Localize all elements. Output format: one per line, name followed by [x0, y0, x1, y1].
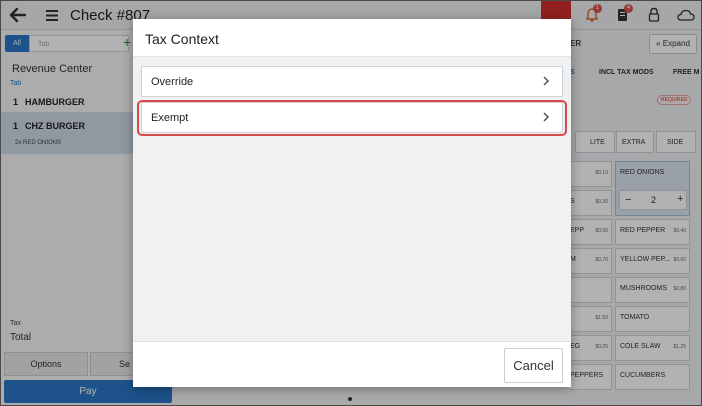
page-indicator-dot: [348, 397, 352, 401]
chevron-right-icon: [543, 76, 550, 86]
app-frame: Check #807 1 4 All Tab + Revenue Center …: [0, 0, 702, 406]
dialog-header: Tax Context: [133, 19, 571, 57]
dialog-footer: Cancel: [133, 341, 571, 387]
cancel-button[interactable]: Cancel: [504, 348, 563, 383]
dialog-title: Tax Context: [145, 31, 219, 47]
exempt-highlight-outline: [137, 100, 567, 136]
tax-context-dialog: Tax Context Override Exempt Cancel: [133, 19, 571, 387]
option-label: Override: [151, 76, 194, 88]
override-option[interactable]: Override: [141, 66, 563, 97]
